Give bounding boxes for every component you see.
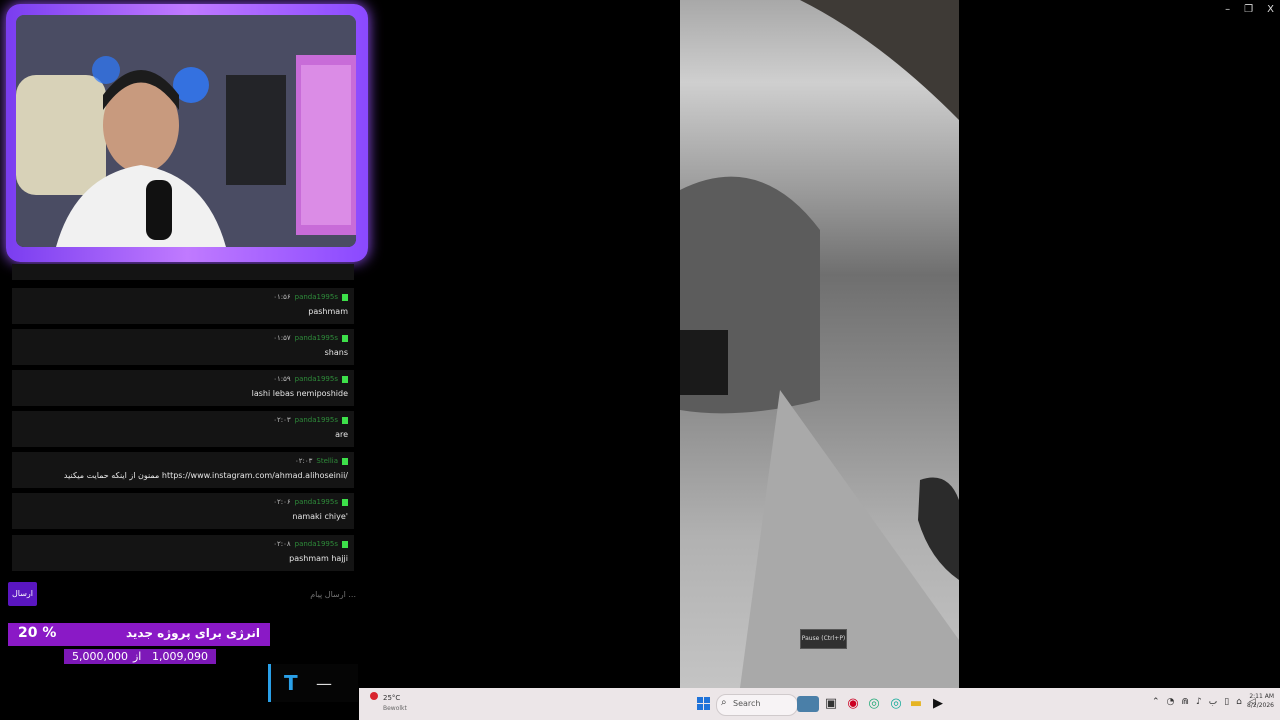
brand-dash: — — [316, 674, 332, 693]
wifi-icon[interactable]: ⋒ — [1181, 697, 1189, 707]
chat-message-meta: ۰۱:۵۶ panda1995s — [273, 293, 348, 301]
window-controls: – ❐ X — [1225, 4, 1274, 15]
clock-date: 8/2/2026 — [1247, 702, 1274, 709]
app-icon-1[interactable]: ◉ — [845, 696, 861, 712]
search-icon: ⌕ — [721, 697, 727, 708]
weather-widget[interactable]: 25°C Bewolkt — [368, 692, 428, 716]
chat-message: ۰۱:۵۶ panda1995s pashmam — [12, 288, 354, 324]
maximize-button[interactable]: ❐ — [1244, 4, 1253, 15]
chat-message-time: ۰۲:۰۳ — [273, 416, 291, 424]
chat-message-time: ۰۱:۵۹ — [273, 375, 291, 383]
chat-message-text: pashmam — [308, 307, 348, 316]
webcam-video — [16, 15, 356, 247]
system-tray: ⌃ ◔ ⋒ ♪ ﺏ ▯ ⌂ ◁ — [1152, 697, 1256, 707]
chat-message-time: ۰۱:۵۷ — [273, 334, 291, 342]
chat-message-text: shans — [324, 348, 348, 357]
taskbar-search[interactable]: ⌕ Search — [716, 694, 798, 716]
chat-message: ۰۲:۰۳ panda1995s are — [12, 411, 354, 447]
start-button[interactable] — [697, 697, 710, 710]
chat-message-user[interactable]: Stellia — [316, 457, 338, 465]
browser-icon[interactable] — [797, 696, 819, 712]
weather-desc: Bewolkt — [383, 705, 407, 712]
chat-message-user[interactable]: panda1995s — [295, 375, 338, 383]
chat-message: ۰۲:۰۶ panda1995s namaki chiye' — [12, 493, 354, 529]
badge-icon — [342, 498, 348, 506]
close-button[interactable]: X — [1267, 4, 1274, 15]
brand-accent — [268, 664, 271, 702]
energy-current-amount: 1,009,090 — [152, 650, 208, 663]
chat-message-meta: ۰۲:۰۸ panda1995s — [273, 540, 348, 548]
video-player[interactable] — [680, 0, 959, 688]
chat-message-text: lashi lebas nemiposhide — [251, 389, 348, 398]
media-player-icon[interactable]: ▶ — [930, 696, 946, 712]
video-frame — [680, 0, 959, 688]
clock[interactable]: 2:11 AM 8/2/2026 — [1242, 693, 1274, 709]
chevron-up-icon[interactable]: ⌃ — [1152, 697, 1160, 707]
minimize-button[interactable]: – — [1225, 4, 1230, 15]
chat-message: ۰۲:۰۸ panda1995s pashmam hajji — [12, 535, 354, 571]
weather-temp: 25°C — [383, 694, 401, 702]
chat-message-time: ۰۲:۰۳ — [294, 457, 313, 465]
energy-goal-amount: 5,000,000 — [72, 650, 128, 663]
badge-icon — [342, 540, 348, 548]
chat-message: ۰۱:۵۷ panda1995s shans — [12, 329, 354, 365]
language-icon[interactable]: ﺏ — [1209, 697, 1217, 707]
chat-input-row: ارسال — [8, 582, 358, 606]
chat-message-text: namaki chiye' — [292, 512, 348, 521]
energy-percent: 20 % — [18, 625, 57, 641]
chat-message-user[interactable]: panda1995s — [295, 416, 338, 424]
energy-title: انرژی برای پروژه جدید — [125, 626, 260, 640]
chat-message-text: are — [335, 430, 348, 439]
chat-message: ۰۲:۰۳ Stellia ممنون از اینکه حمایت میکنید … — [12, 452, 354, 488]
brand-panel: T — — [268, 664, 358, 702]
clock-time: 2:11 AM — [1249, 693, 1274, 700]
badge-icon — [342, 293, 348, 301]
chat-message-time: ۰۲:۰۸ — [273, 540, 291, 548]
chat-message-user[interactable]: panda1995s — [295, 334, 338, 342]
chat-message-time: ۰۲:۰۶ — [273, 498, 291, 506]
energy-amounts: 5,000,000 از 1,009,090 — [64, 649, 216, 664]
taskbar — [359, 688, 1280, 720]
chat-message-meta: ۰۲:۰۶ panda1995s — [273, 498, 348, 506]
pause-tooltip: Pause (Ctrl+P) — [800, 629, 847, 649]
mic-icon[interactable]: ♪ — [1196, 697, 1202, 707]
chat-message-meta: ۰۲:۰۳ panda1995s — [273, 416, 348, 424]
chat-message-meta: ۰۱:۵۷ panda1995s — [273, 334, 348, 342]
badge-icon — [342, 457, 348, 465]
energy-goal-bar: 20 % انرژی برای پروژه جدید — [8, 623, 270, 646]
badge-icon — [342, 416, 348, 424]
chat-message-user[interactable]: panda1995s — [295, 498, 338, 506]
chat-panel — [12, 264, 354, 280]
chat-message-meta: ۰۲:۰۳ Stellia — [295, 457, 348, 465]
webcam-scene — [16, 15, 356, 247]
chat-message-text: pashmam hajji — [289, 554, 348, 563]
energy-from-label: از — [133, 650, 142, 663]
chat-input[interactable] — [40, 584, 358, 604]
brand-logo-icon: T — [284, 671, 298, 695]
chat-message-time: ۰۱:۵۶ — [273, 293, 291, 301]
badge-icon — [342, 375, 348, 383]
tray-app-icon[interactable]: ◔ — [1167, 697, 1175, 707]
battery-icon[interactable]: ▯ — [1224, 697, 1229, 707]
chat-message-text: ممنون از اینکه حمایت میکنید https://www.… — [63, 471, 348, 480]
badge-icon — [342, 334, 348, 342]
weather-icon — [370, 692, 378, 700]
send-button[interactable]: ارسال — [8, 582, 37, 606]
chat-message: ۰۱:۵۹ panda1995s lashi lebas nemiposhide — [12, 370, 354, 406]
chat-message-user[interactable]: panda1995s — [295, 540, 338, 548]
chat-message-user[interactable]: panda1995s — [295, 293, 338, 301]
chat-message-meta: ۰۱:۵۹ panda1995s — [273, 375, 348, 383]
network-icon[interactable]: ⌂ — [1236, 697, 1242, 707]
chrome-icon[interactable]: ◎ — [866, 696, 882, 712]
chrome-beta-icon[interactable]: ◎ — [888, 696, 904, 712]
file-explorer-icon[interactable]: ▬ — [908, 696, 924, 712]
task-view-icon[interactable]: ▣ — [823, 696, 839, 712]
search-label: Search — [733, 699, 761, 708]
